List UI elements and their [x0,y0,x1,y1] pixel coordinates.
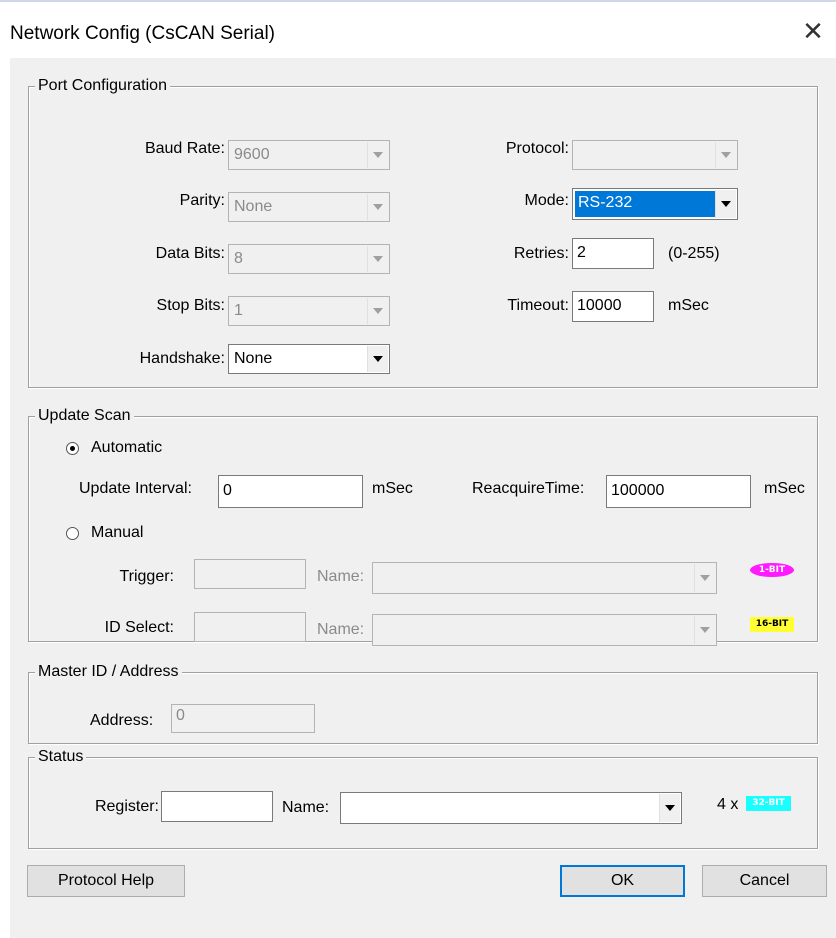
mode-value: RS-232 [575,191,715,217]
mode-select[interactable]: RS-232 [572,188,738,220]
master-id-group: Master ID / Address Address: 0 [28,662,818,744]
dialog-body: Port Configuration Baud Rate: 9600 Parit… [10,58,836,938]
protocol-select[interactable] [572,140,738,170]
id-select-input[interactable] [194,612,306,642]
mode-label: Mode: [524,192,569,209]
register-input[interactable] [161,791,273,822]
chevron-down-icon [373,152,383,158]
chevron-down-icon [700,627,710,633]
1-bit-badge: 1-BIT [750,563,794,577]
update-interval-input[interactable]: 0 [218,475,363,508]
trigger-name-label: Name: [317,568,365,585]
chevron-down-icon [373,356,383,362]
baud-rate-dropdown-button[interactable] [367,142,388,168]
id-select-label: ID Select: [104,619,174,636]
trigger-label: Trigger: [119,568,174,585]
timeout-label: Timeout: [507,297,569,314]
close-icon[interactable]: ✕ [798,16,828,46]
handshake-dropdown-button[interactable] [367,346,388,372]
trigger-name-dropdown-button[interactable] [694,564,715,592]
master-id-legend: Master ID / Address [35,662,182,682]
parity-dropdown-button[interactable] [367,194,388,220]
baud-rate-select[interactable]: 9600 [228,140,390,170]
stop-bits-value: 1 [234,302,243,319]
retries-range-hint: (0-255) [668,245,720,262]
timeout-unit: mSec [668,297,709,314]
status-name-label: Name: [282,799,330,816]
id-select-name-value [375,617,694,643]
handshake-value: None [234,350,273,367]
status-name-select[interactable] [340,792,682,824]
protocol-value [575,143,715,167]
automatic-radio[interactable] [66,442,79,455]
cancel-button[interactable]: Cancel [702,865,827,897]
chevron-down-icon [721,201,731,207]
protocol-label: Protocol: [505,140,569,157]
port-configuration-legend: Port Configuration [35,76,170,96]
stop-bits-select[interactable]: 1 [228,296,390,326]
reacquire-time-unit: mSec [764,480,805,497]
stop-bits-label: Stop Bits: [156,297,225,314]
parity-value: None [234,198,273,215]
status-name-dropdown-button[interactable] [659,794,680,822]
id-select-name-label: Name: [317,621,365,638]
data-bits-label: Data Bits: [155,245,225,262]
data-bits-select[interactable]: 8 [228,244,390,274]
retries-input[interactable]: 2 [572,238,654,269]
retries-label: Retries: [513,245,569,262]
reacquire-time-label: ReacquireTime: [472,480,585,497]
16-bit-badge: 16-BIT [750,617,794,632]
baud-rate-label: Baud Rate: [144,140,225,157]
chevron-down-icon [665,805,675,811]
register-label: Register: [94,798,159,815]
parity-label: Parity: [179,192,225,209]
32-bit-badge: 32-BIT [746,796,791,811]
status-legend: Status [35,747,87,767]
title-bar: Network Config (CsCAN Serial) ✕ [0,2,836,58]
address-label: Address: [90,712,154,729]
reacquire-time-input[interactable]: 100000 [606,475,751,508]
manual-label[interactable]: Manual [91,523,143,543]
ok-button[interactable]: OK [560,865,685,897]
trigger-name-select[interactable] [372,562,717,594]
update-scan-group: Update Scan Automatic Update Interval: 0… [28,406,818,646]
id-select-name-dropdown-button[interactable] [694,616,715,644]
parity-select[interactable]: None [228,192,390,222]
timeout-input[interactable]: 10000 [572,291,654,322]
data-bits-dropdown-button[interactable] [367,246,388,272]
chevron-down-icon [700,575,710,581]
chevron-down-icon [721,152,731,158]
handshake-select[interactable]: None [228,344,390,374]
window-title: Network Config (CsCAN Serial) [10,23,276,44]
data-bits-value: 8 [234,250,243,267]
update-scan-legend: Update Scan [35,406,134,426]
status-name-value [343,795,659,821]
handshake-label: Handshake: [139,350,225,367]
protocol-dropdown-button[interactable] [715,142,736,168]
id-select-name-select[interactable] [372,614,717,646]
trigger-name-value [375,565,694,591]
status-group: Status Register: Name: 4 x 32-BIT [28,747,818,849]
baud-rate-value: 9600 [234,146,270,163]
update-interval-unit: mSec [372,480,413,497]
radio-selected-dot [70,446,75,451]
status-multiplier: 4 x [717,796,739,813]
automatic-label[interactable]: Automatic [91,438,162,458]
manual-radio[interactable] [66,527,79,540]
trigger-input[interactable] [194,559,306,589]
chevron-down-icon [373,204,383,210]
port-configuration-group: Port Configuration Baud Rate: 9600 Parit… [28,76,818,388]
stop-bits-dropdown-button[interactable] [367,298,388,324]
address-input[interactable]: 0 [171,704,315,733]
mode-dropdown-button[interactable] [715,190,736,218]
chevron-down-icon [373,308,383,314]
chevron-down-icon [373,256,383,262]
update-interval-label: Update Interval: [79,480,192,497]
protocol-help-button[interactable]: Protocol Help [27,865,185,897]
